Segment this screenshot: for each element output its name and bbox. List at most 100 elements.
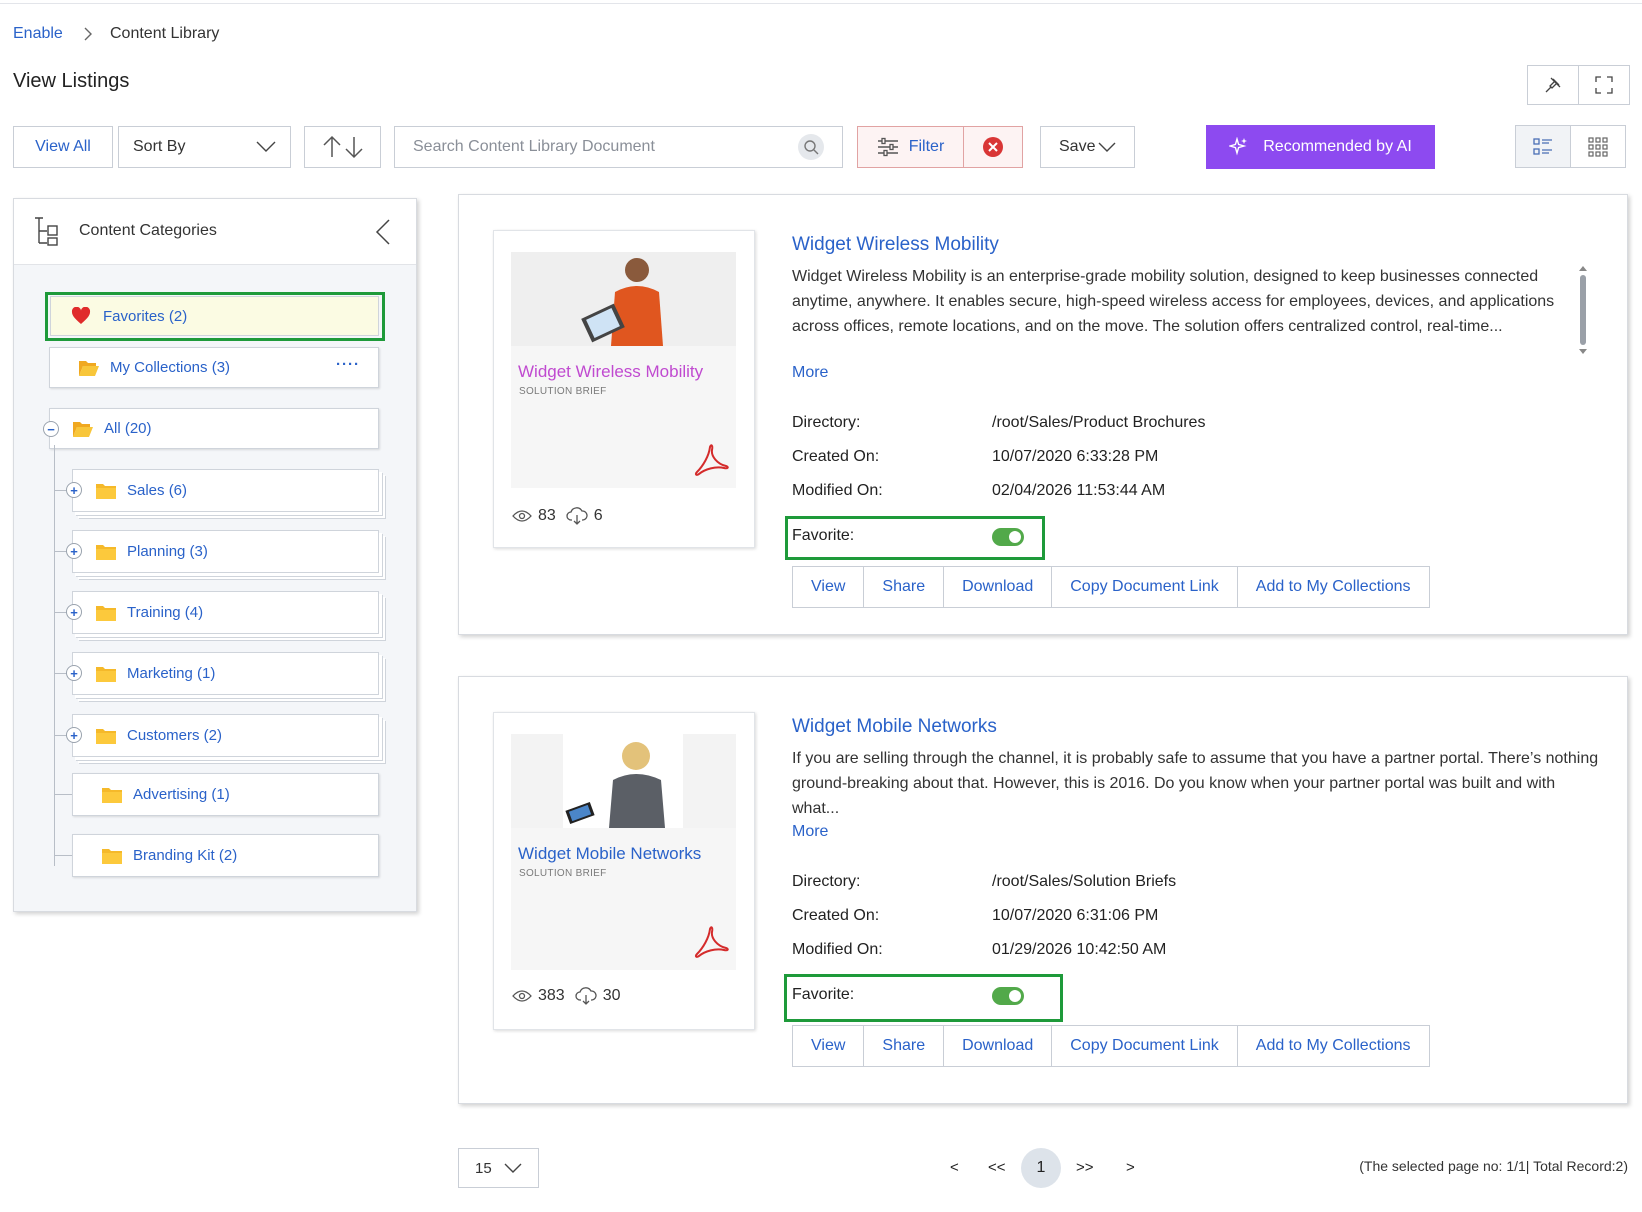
- document-stats: 83 6: [512, 507, 603, 525]
- favorites-label: Favorites (2): [103, 307, 188, 325]
- chevron-down-icon: [504, 1163, 522, 1173]
- pdf-icon: [694, 926, 729, 958]
- download-button[interactable]: Download: [944, 1026, 1053, 1066]
- add-to-my-collections-button[interactable]: Add to My Collections: [1238, 1026, 1429, 1066]
- favorite-toggle[interactable]: [992, 528, 1024, 546]
- share-button[interactable]: Share: [864, 1026, 945, 1066]
- download-button[interactable]: Download: [944, 567, 1053, 607]
- expand-folder-button[interactable]: +: [66, 727, 82, 743]
- document-description: If you are selling through the channel, …: [792, 750, 1599, 817]
- search-placeholder: Search Content Library Document: [413, 138, 655, 155]
- grid-view-icon: [1588, 136, 1608, 157]
- pin-button[interactable]: [1527, 65, 1579, 105]
- thumbnail-title: Widget Wireless Mobility: [518, 362, 704, 381]
- clear-filter-button[interactable]: [963, 126, 1023, 168]
- sort-arrows-icon: [322, 135, 363, 159]
- filter-button[interactable]: Filter: [857, 126, 964, 168]
- eye-icon: [512, 990, 532, 1002]
- document-thumbnail[interactable]: Widget Mobile Networks SOLUTION BRIEF: [511, 734, 736, 970]
- chevron-right-icon: [84, 27, 92, 41]
- sidebar-item-folder[interactable]: Customers (2): [72, 714, 379, 757]
- add-to-my-collections-button[interactable]: Add to My Collections: [1238, 567, 1429, 607]
- folder-label: Advertising (1): [133, 786, 230, 803]
- created-on-value: 10/07/2020 6:33:28 PM: [992, 448, 1159, 465]
- view-button[interactable]: View: [793, 567, 865, 607]
- list-view-button[interactable]: [1515, 125, 1571, 168]
- view-button[interactable]: View: [793, 1026, 865, 1066]
- breadcrumb-enable-link[interactable]: Enable: [13, 25, 63, 43]
- thumbnail-photo: [511, 734, 736, 828]
- document-description: Widget Wireless Mobility is an enterpris…: [792, 268, 1555, 335]
- sidebar-item-folder[interactable]: Branding Kit (2): [72, 834, 379, 877]
- sidebar-item-folder[interactable]: Sales (6): [72, 469, 379, 512]
- folder-icon: [96, 728, 116, 744]
- document-title-link[interactable]: Widget Wireless Mobility: [792, 234, 999, 256]
- view-all-button[interactable]: View All: [13, 126, 113, 168]
- page-1-button[interactable]: 1: [1021, 1148, 1061, 1188]
- fullscreen-icon: [1595, 76, 1613, 94]
- tree-connector: [54, 445, 55, 866]
- copy-document-link-button[interactable]: Copy Document Link: [1052, 1026, 1238, 1066]
- more-link[interactable]: More: [792, 364, 828, 382]
- sidebar-item-folder[interactable]: Marketing (1): [72, 652, 379, 695]
- more-options-icon[interactable]: ····: [336, 356, 360, 373]
- expand-folder-button[interactable]: +: [66, 482, 82, 498]
- close-circle-icon: [983, 137, 1003, 157]
- more-link[interactable]: More: [792, 823, 828, 841]
- last-page-button[interactable]: >>: [1076, 1159, 1094, 1176]
- copy-document-link-button[interactable]: Copy Document Link: [1052, 567, 1238, 607]
- collapse-all-button[interactable]: −: [43, 421, 59, 437]
- fullscreen-button[interactable]: [1578, 65, 1630, 105]
- favorite-toggle[interactable]: [992, 987, 1024, 1005]
- document-stats: 383 30: [512, 987, 621, 1005]
- eye-icon: [512, 510, 532, 522]
- search-input[interactable]: Search Content Library Document: [394, 126, 843, 168]
- recommended-label: Recommended by AI: [1263, 138, 1412, 155]
- prev-page-button[interactable]: <: [950, 1159, 959, 1176]
- expand-folder-button[interactable]: +: [66, 665, 82, 681]
- page-size-dropdown[interactable]: 15: [458, 1148, 539, 1188]
- sidebar-item-my-collections[interactable]: My Collections (3) ····: [49, 347, 379, 388]
- top-divider: [0, 3, 1642, 4]
- page-size-value: 15: [475, 1159, 492, 1177]
- my-collections-label: My Collections (3): [110, 359, 231, 376]
- favorite-label: Favorite:: [792, 986, 855, 1003]
- document-title-link[interactable]: Widget Mobile Networks: [792, 716, 997, 738]
- sidebar-item-folder[interactable]: Advertising (1): [72, 773, 379, 816]
- folder-icon: [96, 666, 116, 682]
- list-view-icon: [1533, 137, 1552, 155]
- description-scrollbar[interactable]: [1579, 266, 1587, 354]
- created-on-label: Created On:: [792, 448, 880, 465]
- expand-folder-button[interactable]: +: [66, 604, 82, 620]
- open-folder-icon: [79, 360, 99, 376]
- breadcrumb-current: Content Library: [110, 25, 220, 42]
- collapse-panel-icon[interactable]: [375, 218, 391, 246]
- grid-view-button[interactable]: [1570, 125, 1626, 168]
- directory-label: Directory:: [792, 414, 861, 431]
- sidebar-item-folder[interactable]: Training (4): [72, 591, 379, 634]
- sort-direction-button[interactable]: [304, 126, 381, 168]
- category-tree-icon: [35, 217, 58, 246]
- sidebar-item-favorites[interactable]: Favorites (2): [50, 296, 379, 336]
- pagination-info: (The selected page no: 1/1| Total Record…: [1359, 1158, 1628, 1174]
- created-on-label: Created On:: [792, 907, 880, 924]
- sort-by-dropdown[interactable]: Sort By: [118, 126, 291, 168]
- sidebar-item-all[interactable]: All (20): [49, 408, 379, 449]
- sliders-icon: [877, 137, 898, 157]
- recommended-by-ai-button[interactable]: Recommended by AI: [1206, 125, 1435, 169]
- document-thumbnail[interactable]: Widget Wireless Mobility SOLUTION BRIEF: [511, 252, 736, 488]
- share-button[interactable]: Share: [864, 567, 945, 607]
- pdf-icon: [694, 444, 729, 476]
- sidebar-item-folder[interactable]: Planning (3): [72, 530, 379, 573]
- thumbnail-title: Widget Mobile Networks: [518, 844, 702, 863]
- expand-folder-button[interactable]: +: [66, 543, 82, 559]
- cloud-download-icon: [566, 507, 588, 525]
- directory-value: /root/Sales/Product Brochures: [992, 414, 1206, 431]
- folder-icon: [102, 787, 122, 803]
- document-actions: View Share Download Copy Document Link A…: [792, 566, 1430, 608]
- save-dropdown[interactable]: Save: [1040, 126, 1135, 168]
- first-page-button[interactable]: <<: [988, 1159, 1006, 1176]
- open-folder-icon: [73, 421, 93, 437]
- next-page-button[interactable]: >: [1126, 1159, 1135, 1176]
- search-icon[interactable]: [798, 134, 824, 160]
